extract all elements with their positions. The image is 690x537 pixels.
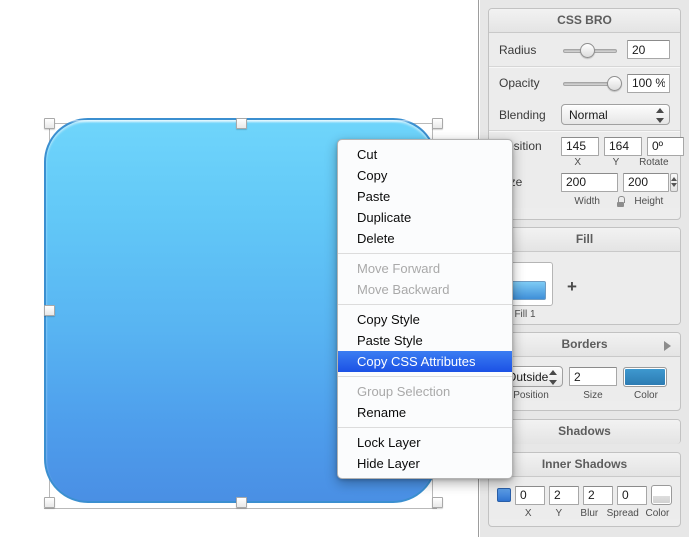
- selection-handle-bottom-left[interactable]: [44, 497, 55, 508]
- selection-handle-bottom-right[interactable]: [432, 497, 443, 508]
- opacity-slider-knob[interactable]: [607, 76, 623, 91]
- selection-handle-middle-left[interactable]: [44, 305, 55, 316]
- size-row: Size: [489, 170, 680, 194]
- rotate-input[interactable]: [647, 136, 684, 156]
- inner-shadow-spread-input[interactable]: [617, 485, 647, 505]
- height-caption: Height: [634, 195, 664, 207]
- borders-panel-body: Outside Position Size Color: [489, 357, 680, 401]
- menu-item-group-selection: Group Selection: [357, 384, 451, 399]
- chevron-updown-icon-border: [549, 370, 557, 385]
- inner-shadow-blur-caption: Blur: [580, 508, 599, 519]
- fill-panel-title: Fill: [489, 228, 680, 252]
- menu-item-cut[interactable]: Cut: [338, 144, 512, 165]
- inner-shadows-panel-title: Inner Shadows: [489, 453, 680, 477]
- borders-title-text: Borders: [561, 337, 608, 351]
- blending-row: Blending Normal: [489, 99, 680, 131]
- inner-shadow-blur-input[interactable]: [583, 485, 613, 505]
- inner-shadow-y-input[interactable]: [549, 485, 579, 505]
- inner-shadow-spread-caption: Spread: [606, 508, 639, 519]
- position-row: Position: [489, 131, 684, 157]
- opacity-row: Opacity: [489, 67, 680, 99]
- radius-slider-knob[interactable]: [580, 42, 596, 58]
- inner-shadow-enabled-checkbox[interactable]: [497, 488, 511, 502]
- inner-shadow-x-input[interactable]: [515, 485, 545, 505]
- position-x-input[interactable]: [561, 136, 599, 156]
- shadows-panel-title[interactable]: Shadows: [489, 420, 680, 444]
- width-input[interactable]: [561, 172, 618, 192]
- add-fill-button[interactable]: +: [567, 278, 577, 295]
- opacity-slider[interactable]: [561, 73, 623, 93]
- radius-label: Radius: [499, 42, 537, 57]
- radius-row: Radius: [489, 33, 680, 67]
- menu-item-paste-style[interactable]: Paste Style: [338, 330, 512, 351]
- menu-item-move-backward: Move Backward: [357, 282, 450, 297]
- blending-select[interactable]: Normal: [561, 104, 670, 125]
- fill-panel: Fill Fill 1 +: [488, 227, 681, 325]
- menu-separator: [338, 376, 512, 377]
- selection-handle-top-right[interactable]: [432, 118, 443, 129]
- menu-item-copy-css-attributes[interactable]: Copy CSS Attributes: [338, 351, 512, 372]
- menu-item-copy[interactable]: Copy: [338, 165, 512, 186]
- position-y-caption: Y: [612, 157, 620, 168]
- menu-item-lock-layer[interactable]: Lock Layer: [338, 432, 512, 453]
- inner-shadows-title-text: Inner Shadows: [541, 457, 628, 471]
- chevron-updown-icon: [656, 108, 664, 123]
- inner-shadow-color-caption: Color: [645, 508, 670, 519]
- border-position-value: Outside: [507, 370, 549, 384]
- inner-shadow-x-caption: X: [524, 508, 532, 519]
- menu-item-paste[interactable]: Paste: [338, 186, 512, 207]
- menu-item-copy-style[interactable]: Copy Style: [338, 309, 512, 330]
- selection-line-bottom: [44, 508, 437, 509]
- app-window: CSS BRO Radius Opacity: [0, 0, 690, 537]
- inner-shadow-color-button[interactable]: [651, 485, 672, 505]
- css-bro-panel-body: Radius Opacity Blending: [489, 33, 684, 208]
- borders-panel-title[interactable]: Borders: [489, 333, 680, 357]
- position-y-input[interactable]: [604, 136, 642, 156]
- menu-item-delete[interactable]: Delete: [338, 228, 512, 249]
- border-size-input[interactable]: [569, 367, 617, 386]
- width-caption: Width: [574, 195, 600, 207]
- size-captions: Width Height: [489, 194, 680, 208]
- border-color-caption: Color: [634, 390, 658, 401]
- blending-label: Blending: [499, 107, 546, 122]
- position-x-caption: X: [574, 157, 581, 168]
- context-menu[interactable]: Cut Copy Paste Duplicate Delete Move Forward M…: [337, 139, 513, 479]
- lock-open-icon[interactable]: [616, 195, 626, 207]
- border-color-button[interactable]: [623, 366, 667, 387]
- height-stepper[interactable]: [670, 172, 678, 192]
- menu-item-duplicate[interactable]: Duplicate: [338, 207, 512, 228]
- blending-value: Normal: [569, 108, 608, 122]
- borders-panel: Borders Outside Position Size Color: [488, 332, 681, 411]
- shadows-panel[interactable]: Shadows: [488, 419, 681, 444]
- fill-panel-body: Fill 1 +: [489, 252, 680, 324]
- inner-shadows-panel-body: X Y Blur Spread Color: [489, 477, 680, 519]
- border-size-caption: Size: [583, 390, 603, 401]
- menu-item-hide-layer[interactable]: Hide Layer: [338, 453, 512, 474]
- menu-separator: [338, 427, 512, 428]
- menu-item-move-forward: Move Forward: [357, 261, 441, 276]
- menu-separator: [338, 253, 512, 254]
- menu-separator: [338, 304, 512, 305]
- css-bro-panel-title: CSS BRO: [489, 9, 680, 33]
- fill-color-chip[interactable]: [508, 281, 546, 300]
- height-input[interactable]: [623, 172, 669, 192]
- radius-input[interactable]: [627, 40, 670, 59]
- selection-handle-top-left[interactable]: [44, 118, 55, 129]
- menu-item-rename[interactable]: Rename: [338, 402, 512, 423]
- opacity-label: Opacity: [499, 76, 540, 90]
- chevron-right-icon[interactable]: [664, 341, 671, 351]
- inner-shadows-panel: Inner Shadows X Y Blur Spread Color: [488, 452, 681, 527]
- position-captions: X Y Rotate: [489, 157, 680, 170]
- radius-slider[interactable]: [561, 40, 619, 60]
- selection-handle-bottom-center[interactable]: [236, 497, 247, 508]
- inner-shadow-y-caption: Y: [555, 508, 563, 519]
- css-bro-panel: CSS BRO Radius Opacity: [488, 8, 684, 220]
- rotate-caption: Rotate: [639, 157, 669, 168]
- selection-handle-top-center[interactable]: [236, 118, 247, 129]
- opacity-input[interactable]: [627, 73, 670, 93]
